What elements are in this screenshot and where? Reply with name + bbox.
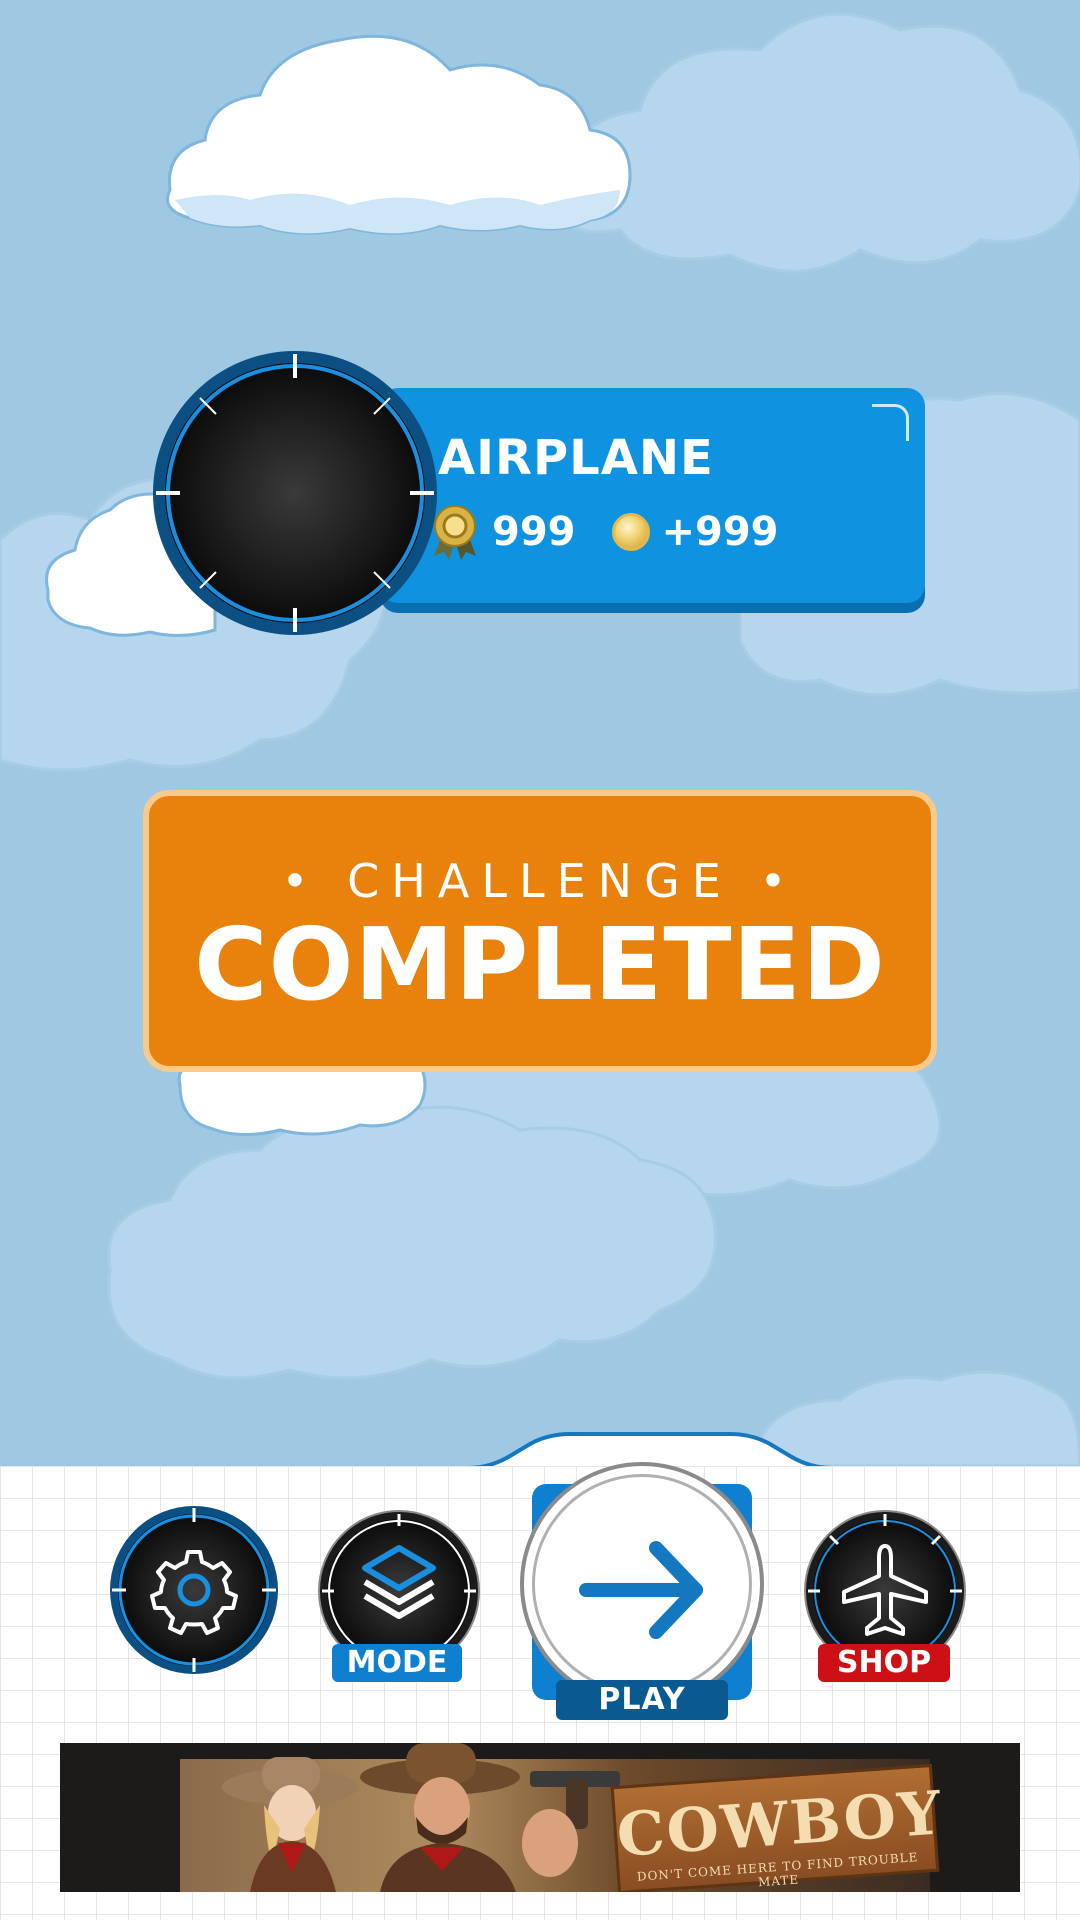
panel-corner-decoration	[872, 404, 909, 441]
play-label: PLAY	[556, 1680, 728, 1720]
ad-sign: COWBOY DON'T COME HERE TO FIND TROUBLE M…	[610, 1763, 945, 1892]
mode-label: MODE	[332, 1644, 462, 1682]
coin-icon	[611, 513, 650, 551]
challenge-subtitle: • CHALLENGE •	[281, 854, 799, 908]
player-stats: 999 +999	[430, 504, 779, 560]
player-card: AIRPLANE 999 +999	[150, 348, 930, 638]
play-button[interactable]: PLAY	[520, 1462, 764, 1722]
player-avatar	[150, 348, 440, 638]
player-info-panel	[380, 388, 925, 603]
sky-background	[0, 0, 1080, 1466]
coin-count: +999	[661, 509, 779, 555]
shop-button[interactable]: SHOP	[804, 1510, 966, 1685]
arrow-right-icon	[579, 1541, 703, 1639]
medal-count: 999	[492, 509, 576, 555]
challenge-title: COMPLETED	[194, 906, 886, 1023]
clouds-decoration	[0, 12, 1080, 1466]
player-name: AIRPLANE	[438, 430, 714, 486]
settings-button[interactable]	[108, 1504, 280, 1676]
challenge-banner: • CHALLENGE • COMPLETED	[143, 790, 937, 1072]
gear-icon	[110, 1506, 278, 1674]
shop-label: SHOP	[818, 1644, 950, 1682]
ad-banner[interactable]: COWBOY DON'T COME HERE TO FIND TROUBLE M…	[60, 1743, 1020, 1892]
mode-button[interactable]: MODE	[318, 1510, 480, 1685]
